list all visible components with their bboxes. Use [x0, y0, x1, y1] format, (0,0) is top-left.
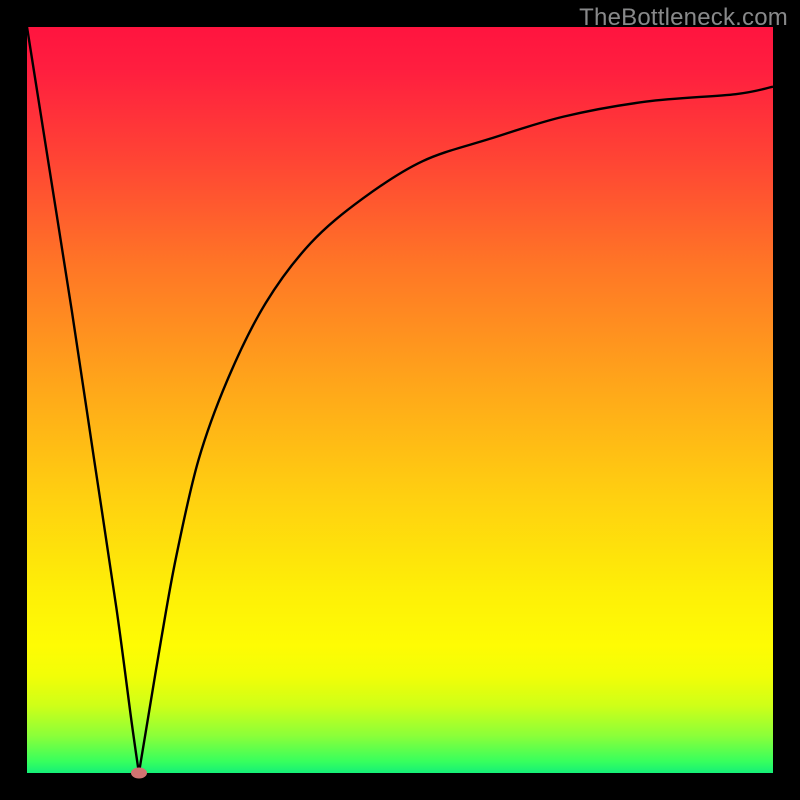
chart-container: TheBottleneck.com [0, 0, 800, 800]
bottleneck-curve-path [27, 27, 773, 773]
curve-layer [27, 27, 773, 773]
optimum-marker [131, 768, 147, 779]
plot-area [27, 27, 773, 773]
watermark-text: TheBottleneck.com [579, 4, 788, 32]
